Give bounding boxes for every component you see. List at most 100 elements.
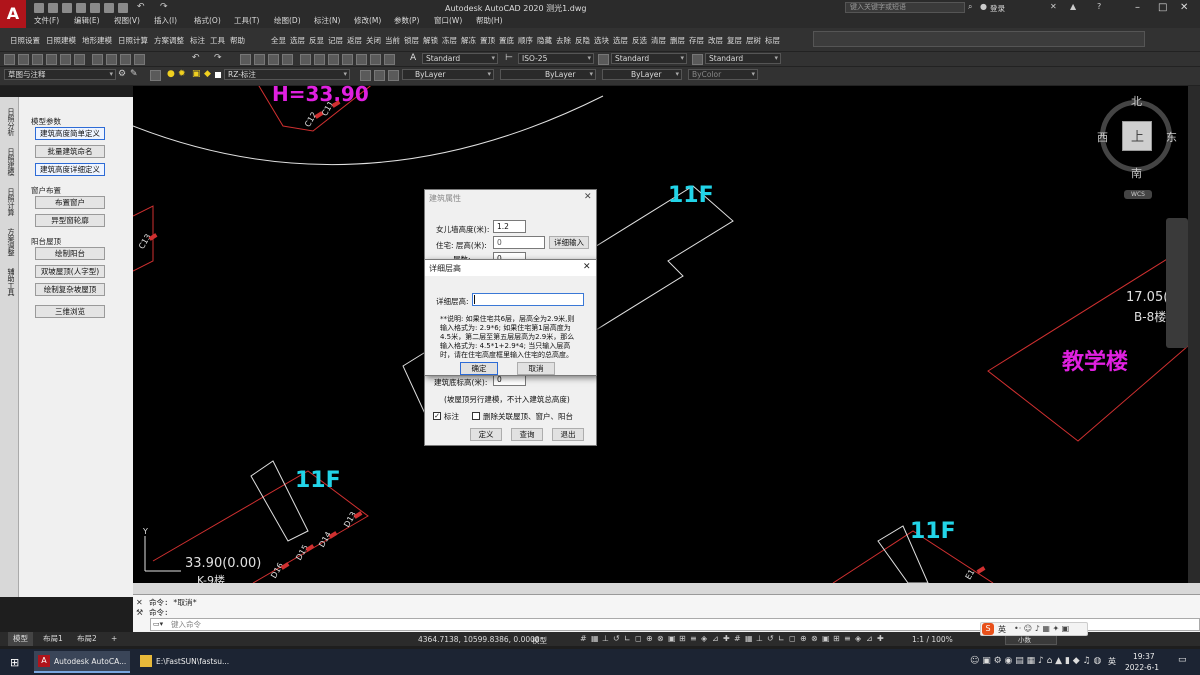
status-toggle-icon[interactable]: ∟ [624, 634, 631, 643]
text-style-select[interactable]: Standard [422, 53, 498, 64]
open-icon[interactable] [18, 54, 29, 65]
status-toggle-icon[interactable]: ⊥ [602, 634, 609, 643]
status-toggle-icon[interactable]: ⊿ [712, 634, 719, 643]
search-icon[interactable]: ⌕ [968, 2, 972, 12]
palette-button[interactable]: 建筑高度详细定义 [35, 163, 105, 176]
detail-input-button[interactable]: 详细输入 [549, 236, 589, 249]
open-icon[interactable] [48, 3, 58, 13]
new-icon[interactable] [34, 3, 44, 13]
web-icon[interactable] [90, 3, 100, 13]
layer-tool-button[interactable]: 选块 [594, 35, 609, 46]
cut-icon[interactable] [92, 54, 103, 65]
preview-icon[interactable] [60, 54, 71, 65]
workspace-select[interactable]: 草图与注释 [4, 69, 116, 80]
plotstyle-select[interactable]: ByColor [688, 69, 758, 80]
palette-button[interactable]: 异型窗轮廓 [35, 214, 105, 227]
autocad-logo-icon[interactable]: A [0, 0, 26, 28]
tray-ime-label[interactable]: 英 [1108, 656, 1116, 667]
palette-tab[interactable]: 辅助工具 [2, 268, 16, 296]
status-toggle-icon[interactable]: ⊗ [811, 634, 818, 643]
vertical-scrollbar[interactable] [1188, 86, 1200, 583]
toolbar-button[interactable]: 日照建模 [46, 35, 76, 46]
search-input[interactable]: 键入关键字或短语 [845, 2, 965, 13]
define-button[interactable]: 定义 [470, 428, 502, 441]
layer-tool-button[interactable]: 去除 [556, 35, 571, 46]
layer-previous-icon[interactable] [374, 70, 385, 81]
gear-icon[interactable]: ⚙ [118, 69, 126, 79]
horizontal-scrollbar[interactable] [133, 583, 1200, 594]
publish-icon[interactable] [74, 54, 85, 65]
layer-tool-button[interactable]: 冻层 [442, 35, 457, 46]
palette-button[interactable]: 布置窗户 [35, 196, 105, 209]
undo-icon[interactable]: ↶ [137, 2, 145, 12]
make-current-icon[interactable] [360, 70, 371, 81]
print-icon[interactable] [104, 3, 114, 13]
mleader-style-select[interactable]: Standard [705, 53, 781, 64]
layer-tool-button[interactable]: 反隐 [575, 35, 590, 46]
status-toggle-icon[interactable]: ⊗ [657, 634, 664, 643]
palette-tab[interactable]: 日照建模 [2, 148, 16, 176]
layer-tool-button[interactable]: 反显 [309, 35, 324, 46]
status-toggle-icon[interactable]: ≡ [690, 634, 697, 643]
menu-item[interactable]: 标注(N) [314, 15, 340, 27]
layer-tool-button[interactable]: 层树 [746, 35, 761, 46]
menu-item[interactable]: 修改(M) [354, 15, 381, 27]
layer-state-icon[interactable] [388, 70, 399, 81]
copy-icon[interactable] [106, 54, 117, 65]
zoom-prev-icon[interactable] [282, 54, 293, 65]
properties-icon[interactable] [300, 54, 311, 65]
plot-icon[interactable] [118, 3, 128, 13]
wcs-menu[interactable]: WCS [1124, 190, 1152, 199]
layer-tool-button[interactable]: 选层 [290, 35, 305, 46]
status-toggle-icon[interactable]: ▣ [668, 634, 676, 643]
layer-tool-button[interactable]: 全显 [271, 35, 286, 46]
palette-button[interactable]: 绘制复杂坡屋顶 [35, 283, 105, 296]
status-toggle-icon[interactable]: ✚ [877, 634, 884, 643]
palette-tab[interactable]: 日照分析 [2, 108, 16, 136]
menu-item[interactable]: 格式(O) [194, 15, 221, 27]
status-toggle-icon[interactable]: ⊥ [756, 634, 763, 643]
sun-icon[interactable]: ✹ [178, 69, 186, 79]
minimize-button[interactable]: – [1135, 2, 1140, 13]
ime-mode-label[interactable]: 英 [998, 624, 1006, 635]
markup-icon[interactable] [356, 54, 367, 65]
drawing-canvas[interactable]: Y [133, 86, 1188, 583]
status-toggle-icon[interactable]: ⊞ [679, 634, 686, 643]
mark-checkbox[interactable]: ✓ [433, 412, 441, 420]
palette-button[interactable]: 建筑高度简单定义 [35, 127, 105, 140]
status-toggle-icon[interactable]: # [734, 634, 741, 643]
save-icon[interactable] [32, 54, 43, 65]
delete-related-checkbox[interactable] [472, 412, 480, 420]
sheet-set-icon[interactable] [342, 54, 353, 65]
wrench-icon[interactable]: ⚒ [136, 608, 143, 617]
annotation-scale[interactable]: 1:1 / 100% [912, 635, 953, 644]
palette-button[interactable]: 双坡屋顶(人字型) [35, 265, 105, 278]
saveas-icon[interactable] [76, 3, 86, 13]
status-toggle-icon[interactable]: ⊞ [833, 634, 840, 643]
layer-tool-button[interactable]: 解锁 [423, 35, 438, 46]
compass-south[interactable]: 南 [1131, 165, 1142, 181]
palette-button[interactable]: 三维浏览 [35, 305, 105, 318]
layer-tool-button[interactable]: 顺序 [518, 35, 533, 46]
detail-height-input[interactable] [472, 293, 584, 306]
layer-tool-button[interactable]: 清层 [651, 35, 666, 46]
residence-height-input[interactable]: 0 [493, 236, 545, 249]
layer-tool-button[interactable]: 返层 [347, 35, 362, 46]
layer-tool-button[interactable]: 反选 [632, 35, 647, 46]
query-button[interactable]: 查询 [511, 428, 543, 441]
layer-tool-button[interactable]: 存层 [689, 35, 704, 46]
compass-east[interactable]: 东 [1166, 129, 1177, 145]
status-toggle-icon[interactable]: ≡ [844, 634, 851, 643]
exit-button[interactable]: 退出 [552, 428, 584, 441]
toolbar-button[interactable]: 工具 [210, 35, 225, 46]
zoom-window-icon[interactable] [268, 54, 279, 65]
status-toggle-icon[interactable]: ▦ [591, 634, 599, 643]
navigation-bar[interactable] [1166, 218, 1188, 348]
share-icon[interactable]: ▲ [1070, 2, 1076, 11]
color-select[interactable]: ByLayer [402, 69, 494, 80]
palette-button[interactable]: 绘制阳台 [35, 247, 105, 260]
status-toggle-icon[interactable]: ◈ [701, 634, 707, 643]
status-toggle-icon[interactable]: ▣ [822, 634, 830, 643]
design-center-icon[interactable] [314, 54, 325, 65]
parapet-input[interactable]: 1.2 [493, 220, 526, 233]
